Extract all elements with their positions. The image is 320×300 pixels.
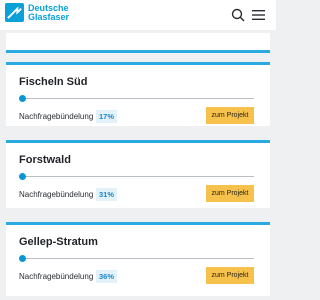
progress-indicator bbox=[19, 173, 26, 180]
project-title: Forstwald bbox=[19, 154, 71, 166]
project-card: Forstwald Nachfragebündelung 31% zum Pro… bbox=[6, 140, 270, 208]
brand-line-2: Glasfaser bbox=[28, 11, 70, 22]
project-title: Gellep-Stratum bbox=[19, 236, 98, 248]
to-project-button[interactable]: zum Projekt bbox=[206, 107, 254, 124]
project-card: Fischeln Süd Nachfragebündelung 17% zum … bbox=[6, 62, 270, 126]
phase-label: Nachfragebündelung bbox=[19, 272, 94, 281]
project-title: Fischeln Süd bbox=[19, 76, 88, 88]
percent-badge: 31% bbox=[96, 188, 118, 201]
to-project-button[interactable]: zum Projekt bbox=[206, 185, 254, 202]
progress-track bbox=[19, 176, 254, 177]
hamburger-menu-icon[interactable] bbox=[252, 9, 265, 21]
phase-label: Nachfragebündelung bbox=[19, 190, 94, 199]
progress-track bbox=[19, 98, 254, 99]
progress-track bbox=[19, 258, 254, 259]
project-card: Gellep-Stratum Nachfragebündelung 36% zu… bbox=[6, 222, 270, 296]
brand-logo[interactable]: Deutsche Glasfaser bbox=[5, 3, 69, 22]
site-header: Deutsche Glasfaser bbox=[0, 0, 276, 30]
progress-indicator bbox=[19, 95, 26, 102]
logo-mark-icon bbox=[5, 3, 24, 22]
progress-indicator bbox=[19, 255, 26, 262]
phase-label: Nachfragebündelung bbox=[19, 112, 94, 121]
percent-badge: 17% bbox=[96, 110, 118, 123]
to-project-button[interactable]: zum Projekt bbox=[206, 267, 254, 284]
percent-badge: 36% bbox=[96, 270, 118, 283]
search-icon[interactable] bbox=[231, 8, 245, 22]
project-card-partial bbox=[6, 33, 270, 53]
brand-name: Deutsche Glasfaser bbox=[28, 3, 70, 22]
